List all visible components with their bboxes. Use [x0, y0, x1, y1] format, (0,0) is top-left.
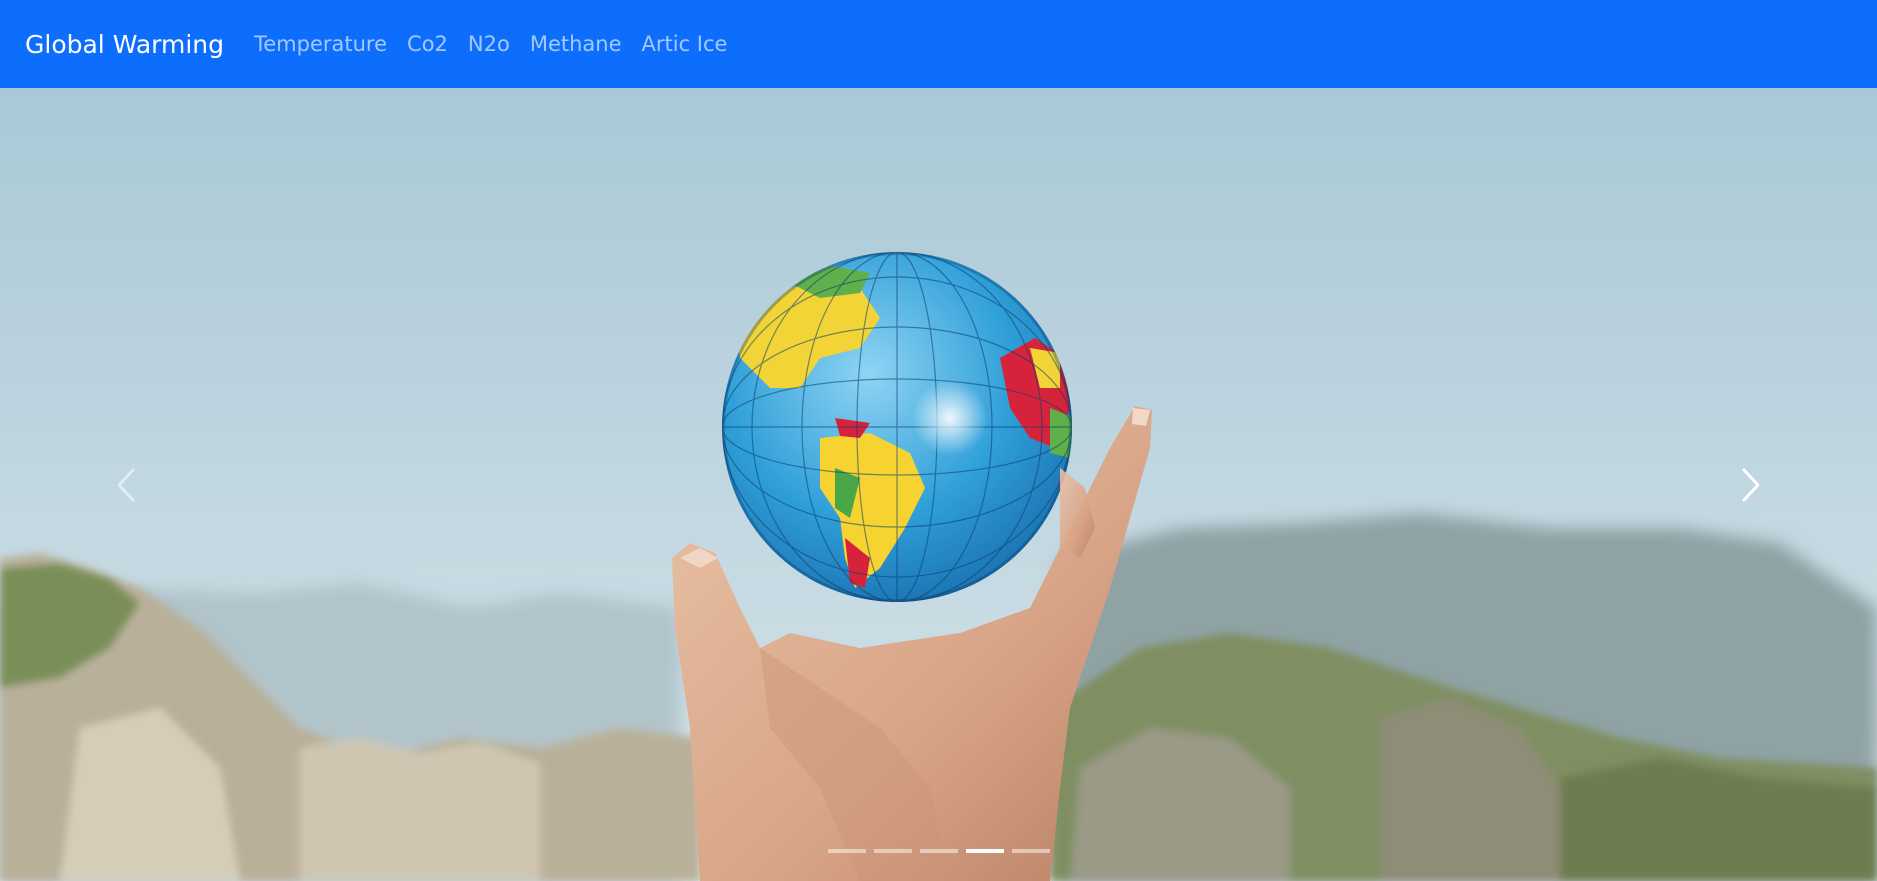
carousel-indicator-3[interactable] [919, 849, 958, 853]
carousel-indicator-2[interactable] [873, 849, 912, 853]
carousel-prev-button[interactable] [0, 88, 254, 881]
carousel-indicator-5[interactable] [1011, 849, 1050, 853]
carousel-slide-image [0, 88, 1877, 881]
carousel-indicator-1[interactable] [827, 849, 866, 853]
chevron-right-icon [1742, 468, 1760, 501]
nav-item-n2o: N2o [468, 32, 530, 56]
nav-link-co2[interactable]: Co2 [407, 32, 448, 56]
carousel [0, 88, 1877, 881]
nav-links: Temperature Co2 N2o Methane Artic Ice [254, 32, 747, 56]
nav-link-artic-ice[interactable]: Artic Ice [642, 32, 728, 56]
carousel-indicators [0, 849, 1877, 853]
nav-item-temperature: Temperature [254, 32, 407, 56]
chevron-left-icon [117, 468, 135, 501]
nav-link-n2o[interactable]: N2o [468, 32, 510, 56]
carousel-indicator-4[interactable] [965, 849, 1004, 853]
nav-item-methane: Methane [530, 32, 642, 56]
nav-item-artic-ice: Artic Ice [642, 32, 748, 56]
nav-link-methane[interactable]: Methane [530, 32, 622, 56]
brand-link[interactable]: Global Warming [25, 30, 224, 59]
navbar: Global Warming Temperature Co2 N2o Metha… [0, 0, 1877, 88]
nav-link-temperature[interactable]: Temperature [254, 32, 387, 56]
nav-item-co2: Co2 [407, 32, 468, 56]
carousel-next-button[interactable] [1623, 88, 1877, 881]
